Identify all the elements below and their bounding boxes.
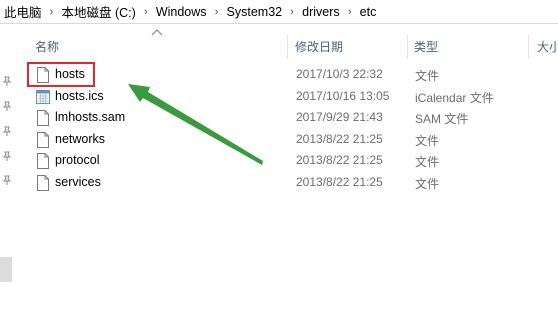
- sort-ascending-icon: [151, 29, 163, 36]
- chevron-right-icon[interactable]: ›: [45, 6, 59, 18]
- file-type: SAM 文件: [415, 112, 469, 126]
- file-name: services: [55, 175, 101, 189]
- file-modified-date: 2013/8/22 21:25: [296, 153, 383, 167]
- file-type: 文件: [415, 134, 440, 148]
- file-icon: [37, 132, 49, 148]
- calendar-file-icon: [36, 90, 50, 104]
- pin-icon[interactable]: [2, 101, 12, 111]
- chevron-right-icon[interactable]: ›: [343, 6, 357, 18]
- breadcrumb-etc[interactable]: etc: [357, 5, 380, 19]
- file-name: networks: [55, 132, 106, 146]
- file-name: hosts.ics: [55, 89, 104, 103]
- file-row-protocol[interactable]: protocol 2013/8/22 21:25 文件: [26, 150, 558, 171]
- file-row-networks[interactable]: networks 2013/8/22 21:25 文件: [26, 129, 558, 150]
- pin-icon[interactable]: [2, 76, 12, 86]
- breadcrumb-local-disk[interactable]: 本地磁盘 (C:): [59, 2, 139, 21]
- breadcrumb-this-pc[interactable]: 此电脑: [0, 2, 45, 21]
- highlight-box: [27, 62, 95, 87]
- file-row-hosts[interactable]: hosts 2017/10/3 22:32 文件: [26, 64, 558, 85]
- column-divider[interactable]: [407, 35, 408, 59]
- file-modified-date: 2017/10/3 22:32: [296, 67, 383, 81]
- file-row-hosts-ics[interactable]: hosts.ics 2017/10/16 13:05 iCalendar 文件: [26, 86, 558, 107]
- column-divider[interactable]: [528, 35, 529, 59]
- column-header-size[interactable]: 大小: [537, 38, 558, 56]
- file-icon: [37, 110, 49, 126]
- file-row-services[interactable]: services 2013/8/22 21:25 文件: [26, 172, 558, 193]
- breadcrumb-drivers[interactable]: drivers: [299, 5, 343, 19]
- column-divider[interactable]: [287, 35, 288, 59]
- column-header-name[interactable]: 名称: [35, 38, 59, 56]
- file-name: protocol: [55, 153, 100, 167]
- pin-icon[interactable]: [2, 175, 12, 185]
- nav-scrollbar[interactable]: [0, 257, 12, 282]
- navigation-pane: [0, 25, 14, 331]
- file-modified-date: 2013/8/22 21:25: [296, 175, 383, 189]
- chevron-right-icon[interactable]: ›: [285, 6, 299, 18]
- file-type: iCalendar 文件: [415, 91, 494, 105]
- breadcrumb-windows[interactable]: Windows: [153, 5, 210, 19]
- file-modified-date: 2017/10/16 13:05: [296, 89, 390, 103]
- file-icon: [37, 175, 49, 191]
- file-modified-date: 2013/8/22 21:25: [296, 132, 383, 146]
- breadcrumb: 此电脑 › 本地磁盘 (C:) › Windows › System32 › d…: [0, 0, 558, 24]
- pin-icon[interactable]: [2, 151, 12, 161]
- chevron-right-icon[interactable]: ›: [210, 6, 224, 18]
- pin-icon[interactable]: [2, 126, 12, 136]
- column-header-modified[interactable]: 修改日期: [295, 38, 343, 56]
- file-name: lmhosts.sam: [55, 110, 126, 124]
- file-modified-date: 2017/9/29 21:43: [296, 110, 383, 124]
- file-type: 文件: [415, 69, 440, 83]
- file-row-lmhosts-sam[interactable]: lmhosts.sam 2017/9/29 21:43 SAM 文件: [26, 107, 558, 128]
- chevron-right-icon[interactable]: ›: [139, 6, 153, 18]
- file-type: 文件: [415, 177, 440, 191]
- file-icon: [37, 153, 49, 169]
- breadcrumb-system32[interactable]: System32: [224, 5, 286, 19]
- column-header-type[interactable]: 类型: [414, 38, 438, 56]
- file-type: 文件: [415, 155, 440, 169]
